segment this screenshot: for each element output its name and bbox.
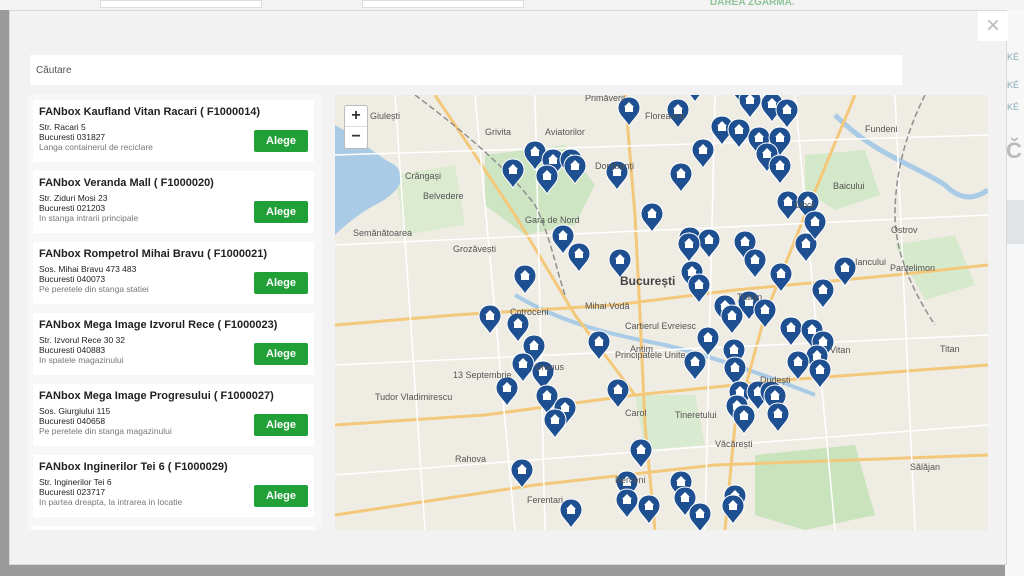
select-button[interactable]: Alege <box>254 272 308 294</box>
list-item: FANbox Inginerilor Tei 6 ( F1000029) Str… <box>33 455 314 517</box>
place-label: Cotroceni <box>510 307 549 317</box>
place-label: Ostrov <box>891 225 918 235</box>
background-fragment: KÉ <box>1007 80 1020 90</box>
list-item: FANbox Rompetrol Mihai Bravu ( F1000021)… <box>33 242 314 304</box>
place-label: Dorobanți <box>595 161 634 171</box>
place-label: Grozăvești <box>453 244 496 254</box>
select-button[interactable]: Alege <box>254 130 308 152</box>
background-field <box>362 0 524 8</box>
place-label: Aviatorilor <box>545 127 585 137</box>
place-label: Primăverii <box>585 95 625 103</box>
place-label: Mihai Vodă <box>585 301 630 311</box>
select-button[interactable]: Alege <box>254 485 308 507</box>
locker-name: FANbox Rompetrol Mihai Bravu ( F1000021) <box>39 248 267 260</box>
place-label: Iancului <box>855 257 886 267</box>
list-item: FANbox Mega Image Progresului ( F1000027… <box>33 384 314 446</box>
place-label: Ferentari <box>527 495 563 505</box>
place-label: Gara de Nord <box>525 215 580 225</box>
locker-name: FANbox Kaufland Vitan Racari ( F1000014) <box>39 106 261 118</box>
place-label: Tudor Vladimirescu <box>375 392 452 402</box>
background-text: DAREA ZGARMA. <box>710 0 795 8</box>
place-label: Obor <box>795 200 815 210</box>
map[interactable]: Giulești Grivita Aviatorilor Primăverii Flor… <box>335 95 988 530</box>
background-header: DAREA ZGARMA. <box>0 0 1024 10</box>
background-page-edge: KÉ KÉ KÉ Č <box>1005 10 1024 576</box>
zoom-in-button[interactable]: + <box>345 106 367 127</box>
close-icon[interactable]: × <box>978 11 1008 41</box>
place-label: Principatele Unite <box>615 350 686 360</box>
place-label: Văcărești <box>715 439 753 449</box>
background-fragment: KÉ <box>1007 52 1020 62</box>
locker-list[interactable]: FANbox Kaufland Vitan Racari ( F1000014)… <box>28 95 321 530</box>
place-label: Tineretului <box>675 410 717 420</box>
place-label: Semănătoarea <box>353 228 412 238</box>
place-label: Baicului <box>833 181 865 191</box>
list-item <box>33 526 314 530</box>
place-label: Carol <box>625 408 647 418</box>
place-label: București <box>620 274 675 288</box>
place-label: Traian <box>737 292 762 302</box>
background-field <box>100 0 262 8</box>
locker-name: FANbox Inginerilor Tei 6 ( F1000029) <box>39 461 228 473</box>
search-input[interactable] <box>30 55 902 85</box>
place-label: Cartierul Evreiesc <box>625 321 697 331</box>
place-label: Titan <box>940 344 960 354</box>
locker-name: FANbox Veranda Mall ( F1000020) <box>39 177 214 189</box>
place-label: Floreasca <box>645 111 685 121</box>
place-label: Crângași <box>405 171 441 181</box>
zoom-out-button[interactable]: − <box>345 127 367 147</box>
place-label: Pantelimon <box>890 263 935 273</box>
zoom-control: + − <box>344 105 368 149</box>
select-button[interactable]: Alege <box>254 414 308 436</box>
locker-name: FANbox Mega Image Progresului ( F1000027… <box>39 390 274 402</box>
list-item: FANbox Mega Image Izvorul Rece ( F100002… <box>33 313 314 375</box>
select-button[interactable]: Alege <box>254 343 308 365</box>
place-label: Vitan <box>830 345 850 355</box>
park-area <box>755 445 875 530</box>
place-label: Rahova <box>455 454 486 464</box>
list-item: FANbox Veranda Mall ( F1000020) Str. Zid… <box>33 171 314 233</box>
map-canvas[interactable]: Giulești Grivita Aviatorilor Primăverii Flor… <box>335 95 988 530</box>
background-block <box>1005 200 1024 244</box>
list-item: FANbox Kaufland Vitan Racari ( F1000014)… <box>33 100 314 162</box>
place-label: Grivita <box>485 127 511 137</box>
place-label: Fundeni <box>865 124 898 134</box>
place-label: Giulești <box>370 111 400 121</box>
place-label: Dudești <box>760 375 791 385</box>
place-label: 13 Septembrie <box>453 370 512 380</box>
select-button[interactable]: Alege <box>254 201 308 223</box>
place-label: Uranus <box>535 362 565 372</box>
place-label: Belvedere <box>423 191 464 201</box>
background-fragment: Č <box>1006 138 1022 163</box>
place-label: Sălăjan <box>910 462 940 472</box>
locker-picker-modal: × FANbox Kaufland Vitan Racari ( F100001… <box>9 10 1008 565</box>
place-label: Berceni <box>615 475 646 485</box>
background-fragment: KÉ <box>1007 102 1020 112</box>
locker-name: FANbox Mega Image Izvorul Rece ( F100002… <box>39 319 278 331</box>
